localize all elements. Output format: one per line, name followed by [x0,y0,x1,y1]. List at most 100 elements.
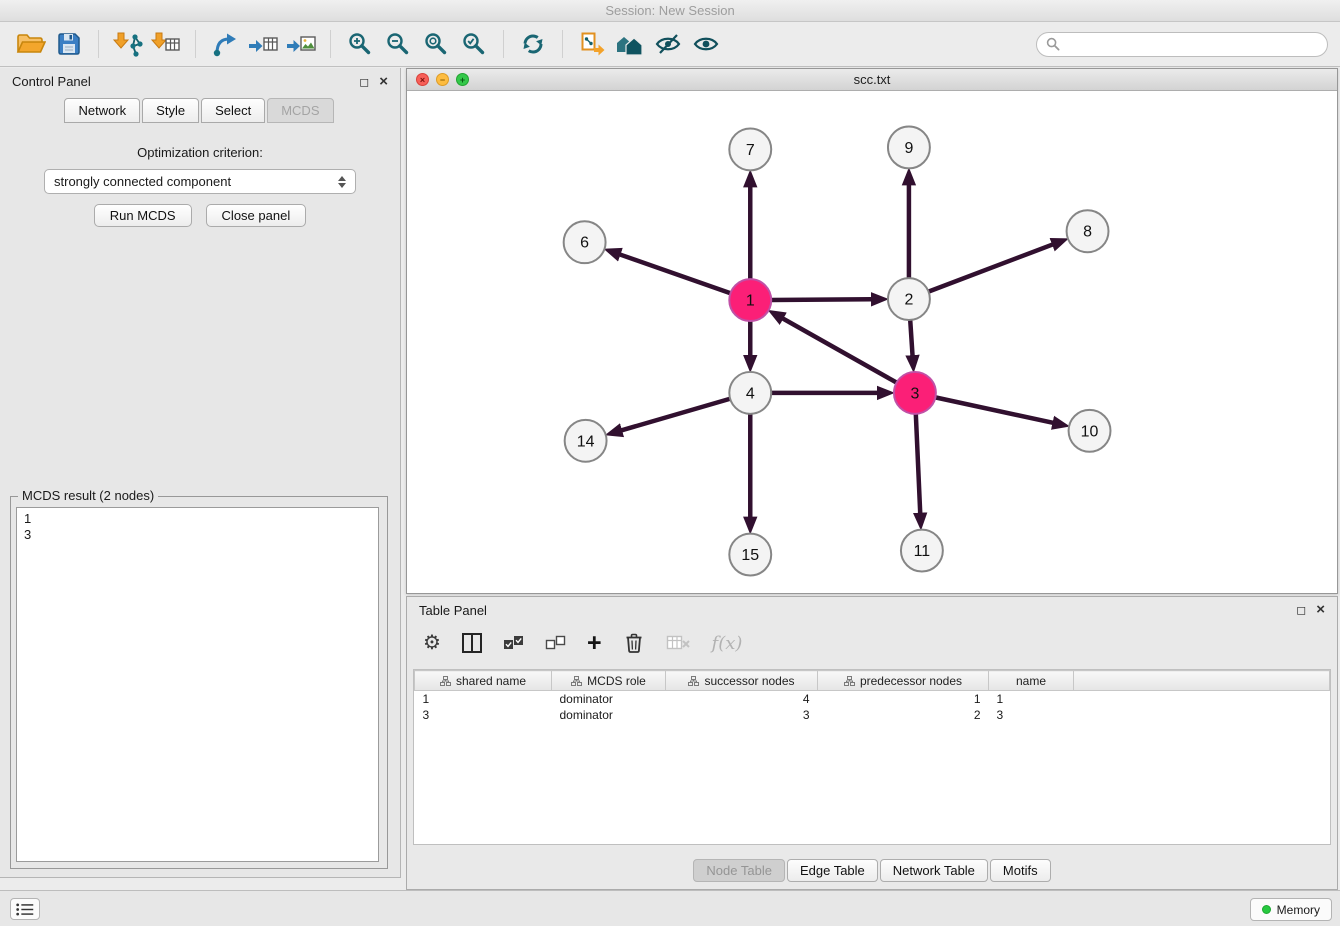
node-10[interactable]: 10 [1069,410,1111,452]
import-network-icon[interactable] [109,26,147,62]
hide-graphics-details-icon[interactable] [649,26,687,62]
close-window-button[interactable]: × [416,73,429,86]
node-label: 6 [580,235,589,252]
edge-3-10[interactable] [935,397,1052,422]
edge-3-11[interactable] [916,414,920,513]
zoom-window-button[interactable]: + [456,73,469,86]
optimization-criterion-label: Optimization criterion: [0,145,400,160]
search-box[interactable] [1036,32,1328,57]
node-2[interactable]: 2 [888,278,930,320]
destroy-table-icon[interactable] [666,633,692,653]
node-9[interactable]: 9 [888,126,930,168]
node-label: 15 [741,547,759,564]
node-14[interactable]: 14 [565,420,607,462]
destroy-table-glyph [666,633,692,653]
panel-menu-button[interactable] [10,898,40,920]
node-8[interactable]: 8 [1067,210,1109,252]
table-options-gear-icon[interactable]: ⚙ [423,633,441,653]
tab-network[interactable]: Network [64,98,140,123]
node-label: 9 [904,140,913,157]
column-header-shared-name[interactable]: shared name [415,671,552,691]
delete-column-glyph [622,631,646,655]
node-label: 2 [904,292,913,309]
edge-1-6[interactable] [620,255,730,294]
apply-layout-glyph [520,31,546,57]
network-canvas[interactable]: 7 9 6 8 1 2 4 3 14 10 15 11 [407,91,1337,593]
mcds-result-title: MCDS result (2 nodes) [18,488,158,503]
zoom-fit-glyph [423,31,449,57]
node-15[interactable]: 15 [729,534,771,576]
tab-network-table[interactable]: Network Table [880,859,988,882]
main-toolbar [0,22,1340,67]
node-7[interactable]: 7 [729,128,771,170]
float-table-panel-icon[interactable]: ◻ [1296,603,1306,617]
node-3[interactable]: 3 [894,372,936,414]
edge-3-1[interactable] [783,319,896,383]
zoom-in-icon[interactable] [341,26,379,62]
float-panel-icon[interactable]: ◻ [359,75,369,89]
save-session-icon[interactable] [50,26,88,62]
function-builder-icon[interactable]: f(x) [712,633,743,654]
minimize-window-button[interactable]: − [436,73,449,86]
edge-2-3[interactable] [910,320,912,355]
zoom-fit-icon[interactable] [417,26,455,62]
column-header-successor-nodes[interactable]: successor nodes [666,671,818,691]
select-all-columns-icon[interactable] [503,634,525,652]
import-table-glyph [151,30,181,58]
close-panel-button[interactable]: Close panel [206,204,307,227]
tab-edge-table[interactable]: Edge Table [787,859,878,882]
column-header-mcds-role[interactable]: MCDS role [552,671,666,691]
column-header-predecessor-nodes[interactable]: predecessor nodes [818,671,989,691]
tab-style[interactable]: Style [142,98,199,123]
import-network-glyph [113,30,143,58]
node-4[interactable]: 4 [729,372,771,414]
show-columns-icon[interactable] [461,632,483,654]
node-6[interactable]: 6 [564,221,606,263]
search-input[interactable] [1065,36,1318,53]
home-icon[interactable] [611,26,649,62]
delete-column-icon[interactable] [622,631,646,655]
list-menu-icon [14,901,36,918]
table-row[interactable]: 1dominator411 [415,691,1330,707]
tab-node-table[interactable]: Node Table [693,859,785,882]
clone-network-icon[interactable] [573,26,611,62]
run-mcds-button[interactable]: Run MCDS [94,204,192,227]
tab-select[interactable]: Select [201,98,265,123]
hide-graphics-details-glyph [654,32,682,56]
memory-button[interactable]: Memory [1250,898,1332,921]
criterion-dropdown-value: strongly connected component [54,174,231,189]
open-session-icon[interactable] [12,26,50,62]
column-header-name[interactable]: name [989,671,1074,691]
apply-layout-icon[interactable] [514,26,552,62]
show-graphics-details-icon[interactable] [687,26,725,62]
close-panel-icon[interactable]: × [379,75,388,89]
node-11[interactable]: 11 [901,530,943,572]
deselect-all-columns-icon[interactable] [545,634,567,652]
control-panel-tabs: Network Style Select MCDS [0,95,400,123]
export-image-icon[interactable] [282,26,320,62]
close-table-panel-icon[interactable]: × [1316,603,1325,617]
export-table-icon[interactable] [244,26,282,62]
criterion-dropdown[interactable]: strongly connected component [44,169,356,194]
node-table: shared name MCDS role successor nodes pr… [413,669,1331,845]
table-cell: 1 [989,691,1074,707]
tab-mcds[interactable]: MCDS [267,98,333,123]
table-cell: 1 [415,691,552,707]
toolbar-separator [195,30,196,58]
edge-2-8[interactable] [928,245,1052,292]
create-column-icon[interactable]: + [587,632,602,654]
mcds-result-item[interactable]: 1 [24,511,371,527]
tab-motifs[interactable]: Motifs [990,859,1051,882]
table-row[interactable]: 3dominator323 [415,707,1330,723]
node-1[interactable]: 1 [729,279,771,321]
dropdown-arrows-icon [338,176,346,188]
zoom-selected-icon[interactable] [455,26,493,62]
mcds-result-item[interactable]: 3 [24,527,371,543]
new-network-icon[interactable] [206,26,244,62]
zoom-out-icon[interactable] [379,26,417,62]
edge-4-14[interactable] [622,399,730,430]
edge-1-2[interactable] [771,299,871,300]
mcds-result-list[interactable]: 13 [16,507,379,862]
import-table-icon[interactable] [147,26,185,62]
column-type-icon [440,676,451,686]
